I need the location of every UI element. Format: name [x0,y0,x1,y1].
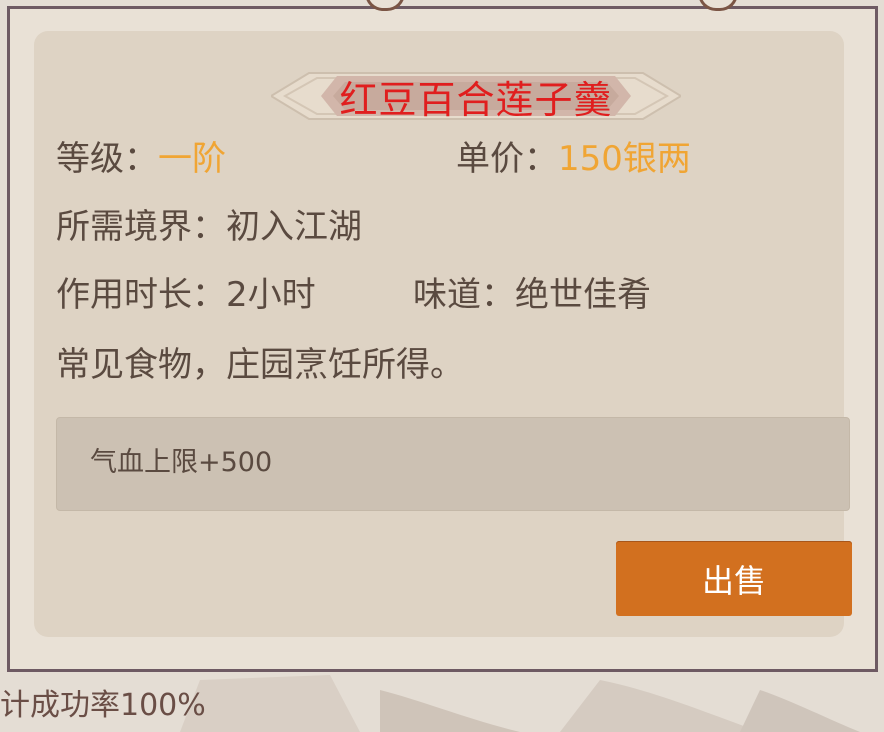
price-label: 单价： [456,139,558,179]
realm-row: 所需境界：初入江湖 [56,207,362,247]
duration-value: 2小时 [226,275,316,315]
level-value: 一阶 [158,139,226,179]
realm-value: 初入江湖 [226,207,362,247]
title-banner: 红豆百合莲子羹 [269,51,683,141]
effect-panel: 气血上限+500 [56,417,850,511]
taste-row: 味道：绝世佳肴 [413,275,651,315]
frame-ornament-right [698,0,738,11]
effect-text: 气血上限+500 [90,447,273,478]
taste-label: 味道： [413,275,515,315]
item-dialog: 红豆百合莲子羹 等级：一阶 单价：150银两 所需境界：初入江湖 作用时长：2小… [7,0,878,672]
item-description: 常见食物，庄园烹饪所得。 [56,345,464,385]
price-value: 150银两 [558,139,691,179]
taste-value: 绝世佳肴 [515,275,651,315]
price-row: 单价：150银两 [456,139,691,179]
duration-row: 作用时长：2小时 [56,275,316,315]
item-title: 红豆百合莲子羹 [339,77,613,122]
success-rate-text: 计成功率100% [0,688,206,723]
sell-button[interactable]: 出售 [616,541,852,616]
level-label: 等级： [56,139,158,179]
duration-label: 作用时长： [56,275,226,315]
level-row: 等级：一阶 [56,139,226,179]
realm-label: 所需境界： [56,207,226,247]
frame-ornament-left [365,0,405,11]
